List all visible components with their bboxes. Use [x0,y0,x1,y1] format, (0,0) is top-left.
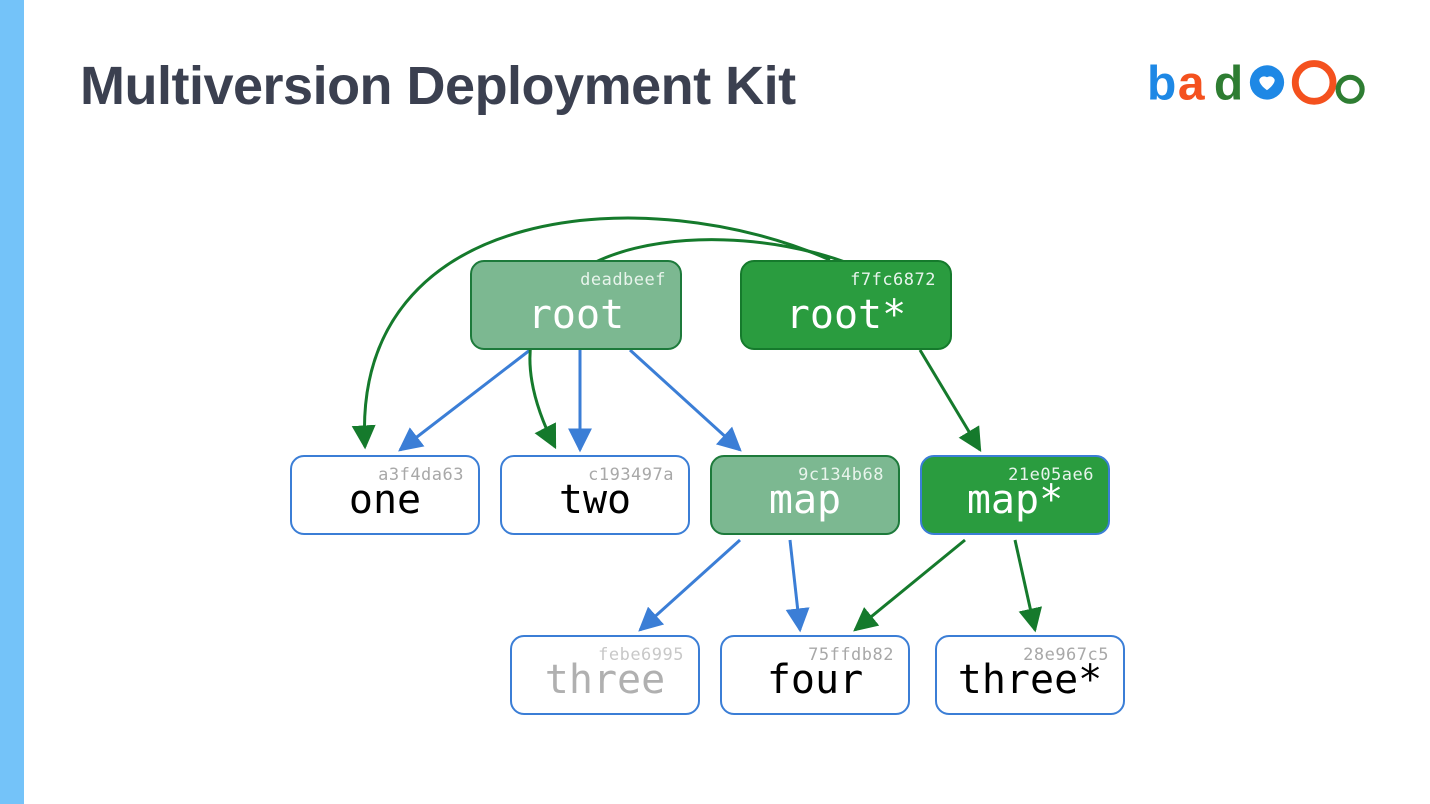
node-three-star: 28e967c5 three* [935,635,1125,715]
node-root-star: f7fc6872 root* [740,260,952,350]
node-label: three* [937,657,1123,703]
node-map-star: 21e05ae6 map* [920,455,1110,535]
edge-map-four [790,540,800,630]
edge-mapstar-threestar [1015,540,1035,630]
node-label: map [712,477,898,523]
edge-rootstar-mapstar [920,350,980,450]
node-four: 75ffdb82 four [720,635,910,715]
edge-root-one [400,350,530,450]
node-label: map* [922,477,1108,523]
node-label: two [502,477,688,523]
node-hash: f7fc6872 [850,270,936,290]
edge-map-three [640,540,740,630]
node-map: 9c134b68 map [710,455,900,535]
edge-root-map [630,350,740,450]
node-label: three [512,657,698,703]
edge-mapstar-four [855,540,965,630]
node-hash: deadbeef [580,270,666,290]
node-root: deadbeef root [470,260,682,350]
node-one: a3f4da63 one [290,455,480,535]
node-label: one [292,477,478,523]
node-label: root [472,292,680,338]
node-label: root* [742,292,950,338]
diagram-arrows [0,0,1430,804]
node-two: c193497a two [500,455,690,535]
node-three: febe6995 three [510,635,700,715]
node-label: four [722,657,908,703]
